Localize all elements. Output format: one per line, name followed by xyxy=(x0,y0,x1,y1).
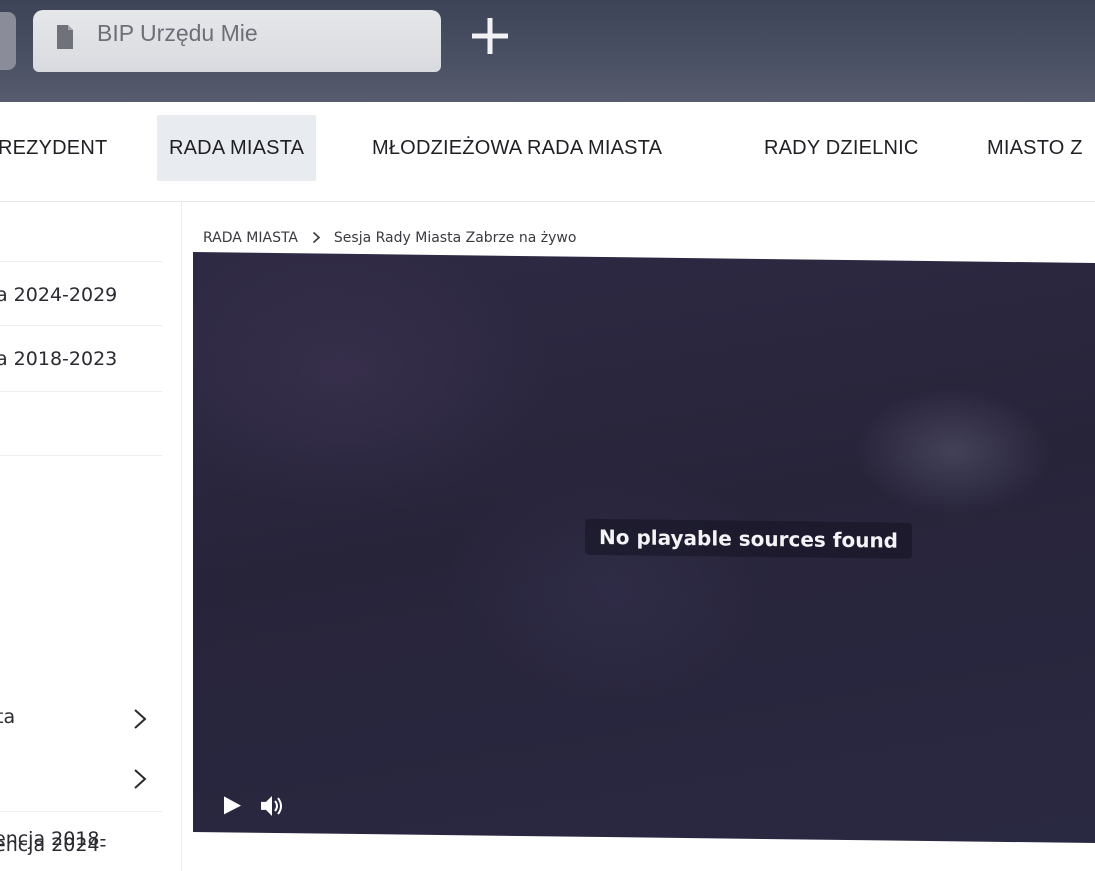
nav-item-miasto[interactable]: MIASTO Z xyxy=(987,115,1083,181)
video-control-bar xyxy=(193,778,1095,843)
previous-browser-tab[interactable] xyxy=(0,12,16,70)
nav-item-prezydent[interactable]: REZYDENT xyxy=(0,115,107,181)
nav-item-rada-miasta[interactable]: RADA MIASTA xyxy=(157,115,317,181)
document-icon xyxy=(57,25,73,49)
chevron-right-icon xyxy=(134,709,147,729)
sidebar-item[interactable] xyxy=(0,392,162,456)
video-error-message: No playable sources found xyxy=(585,518,912,559)
nav-item-rady-dzielnic[interactable]: RADY DZIELNIC xyxy=(764,115,919,181)
sidebar-item-kadencja-2018-2023[interactable]: a 2018-2023 xyxy=(0,326,162,392)
volume-icon[interactable] xyxy=(259,793,285,819)
sidebar-item-label: encja 2018- xyxy=(0,828,107,850)
browser-tab-title: BIP Urzędu Mie xyxy=(97,20,258,46)
sidebar-menu: a 2024-2029 a 2018-2023 024-2029 018-202… xyxy=(0,202,182,871)
sidebar-item-kadencja-2024-2029[interactable]: a 2024-2029 xyxy=(0,262,162,326)
sidebar-item-label: a 2024-2029 xyxy=(0,284,118,306)
play-icon[interactable] xyxy=(221,794,243,816)
sidebar-item-2024-2029[interactable]: 024-2029 xyxy=(0,456,162,520)
sidebar-item-submenu[interactable]: ta xyxy=(0,688,162,752)
sidebar-item-label: ta xyxy=(0,706,16,728)
web-page: REZYDENT RADA MIASTA MŁODZIEŻOWA RADA MI… xyxy=(0,102,1095,871)
breadcrumb-parent-link[interactable]: RADA MIASTA xyxy=(203,230,298,246)
sidebar-item-submenu[interactable] xyxy=(0,752,162,812)
video-player[interactable]: No playable sources found xyxy=(193,252,1095,844)
browser-tab-bar: BIP Urzędu Mie xyxy=(0,0,1095,102)
chevron-right-icon xyxy=(313,231,321,244)
nav-item-mlodziezowa-rada-miasta[interactable]: MŁODZIEŻOWA RADA MIASTA xyxy=(372,115,662,181)
chevron-right-icon xyxy=(134,769,147,789)
plus-icon[interactable] xyxy=(468,14,512,58)
breadcrumb-current: Sesja Rady Miasta Zabrze na żywo xyxy=(333,230,577,246)
main-navigation: REZYDENT RADA MIASTA MŁODZIEŻOWA RADA MI… xyxy=(0,102,1095,202)
breadcrumb: RADA MIASTA Sesja Rady Miasta Zabrze na … xyxy=(203,230,576,246)
sidebar-item[interactable] xyxy=(0,202,162,262)
sidebar-item-kadencja-2018[interactable]: encja 2018- xyxy=(0,812,162,871)
main-content: RADA MIASTA Sesja Rady Miasta Zabrze na … xyxy=(183,202,1095,871)
active-browser-tab[interactable]: BIP Urzędu Mie xyxy=(33,10,441,72)
sidebar-item-2018-2023[interactable]: 018-2023 xyxy=(0,520,162,584)
sidebar-item-label: a 2018-2023 xyxy=(0,348,118,370)
